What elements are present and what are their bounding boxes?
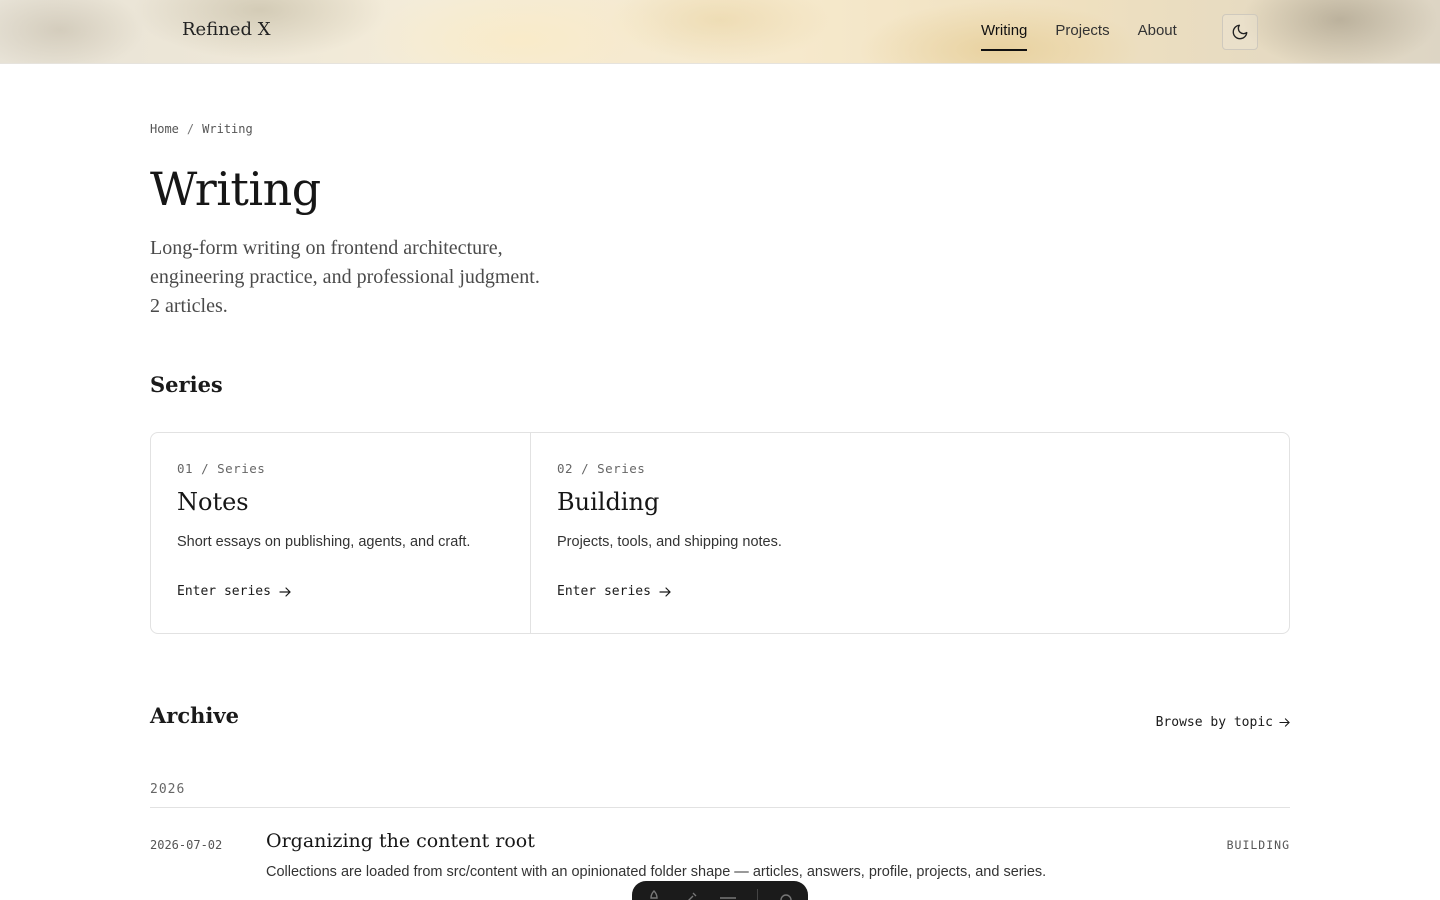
moon-icon bbox=[1232, 24, 1248, 40]
arrow-right-icon bbox=[659, 586, 671, 597]
brush-icon[interactable] bbox=[682, 889, 698, 900]
floating-toolbar bbox=[632, 881, 808, 900]
series-heading: Series bbox=[150, 372, 223, 397]
series-description: Projects, tools, and shipping notes. bbox=[557, 534, 782, 550]
series-card-building[interactable]: 02 / Series Building Projects, tools, an… bbox=[531, 433, 1289, 633]
series-grid: 01 / Series Notes Short essays on publis… bbox=[150, 432, 1290, 634]
theme-toggle-button[interactable] bbox=[1222, 14, 1258, 50]
breadcrumb-current: Writing bbox=[202, 122, 253, 136]
page-lede: Long-form writing on frontend architectu… bbox=[150, 237, 540, 317]
breadcrumb-home[interactable]: Home bbox=[150, 122, 179, 136]
divider bbox=[756, 889, 758, 900]
breadcrumb-separator: / bbox=[186, 122, 195, 136]
pen-icon[interactable] bbox=[646, 889, 662, 900]
article-tag[interactable]: BUILDING bbox=[1227, 838, 1290, 852]
page-title: Writing bbox=[150, 162, 321, 216]
enter-series-link[interactable]: Enter series bbox=[177, 584, 291, 599]
article-excerpt: Collections are loaded from src/content … bbox=[266, 864, 1047, 880]
arrow-right-icon bbox=[279, 586, 291, 597]
settings-icon[interactable] bbox=[778, 889, 794, 900]
enter-series-label: Enter series bbox=[557, 584, 651, 599]
nav-writing[interactable]: Writing bbox=[981, 22, 1028, 51]
nav-about[interactable]: About bbox=[1138, 22, 1177, 51]
enter-series-link[interactable]: Enter series bbox=[557, 584, 671, 599]
browse-by-topic-label: Browse by topic bbox=[1155, 715, 1273, 730]
series-description: Short essays on publishing, agents, and … bbox=[177, 534, 471, 550]
breadcrumb: Home / Writing bbox=[150, 122, 253, 136]
series-card-notes[interactable]: 01 / Series Notes Short essays on publis… bbox=[151, 433, 531, 633]
article-title[interactable]: Organizing the content root bbox=[266, 830, 535, 852]
series-number: 01 / Series bbox=[177, 461, 266, 476]
browse-by-topic-link[interactable]: Browse by topic bbox=[1156, 715, 1290, 730]
archive-heading: Archive bbox=[150, 703, 239, 728]
brand-logo[interactable]: Refined X bbox=[182, 19, 271, 40]
article-date: 2026-07-02 bbox=[150, 838, 223, 852]
menu-icon[interactable] bbox=[719, 889, 737, 900]
main-nav: Writing Projects About bbox=[981, 22, 1177, 51]
series-number: 02 / Series bbox=[557, 461, 646, 476]
arrow-right-icon bbox=[1279, 718, 1290, 727]
divider bbox=[150, 807, 1290, 808]
site-header: Refined X Writing Projects About bbox=[0, 0, 1440, 64]
enter-series-label: Enter series bbox=[177, 584, 271, 599]
archive-year: 2026 bbox=[150, 782, 186, 797]
series-name: Notes bbox=[177, 488, 249, 516]
series-name: Building bbox=[557, 488, 660, 516]
nav-projects[interactable]: Projects bbox=[1055, 22, 1109, 51]
